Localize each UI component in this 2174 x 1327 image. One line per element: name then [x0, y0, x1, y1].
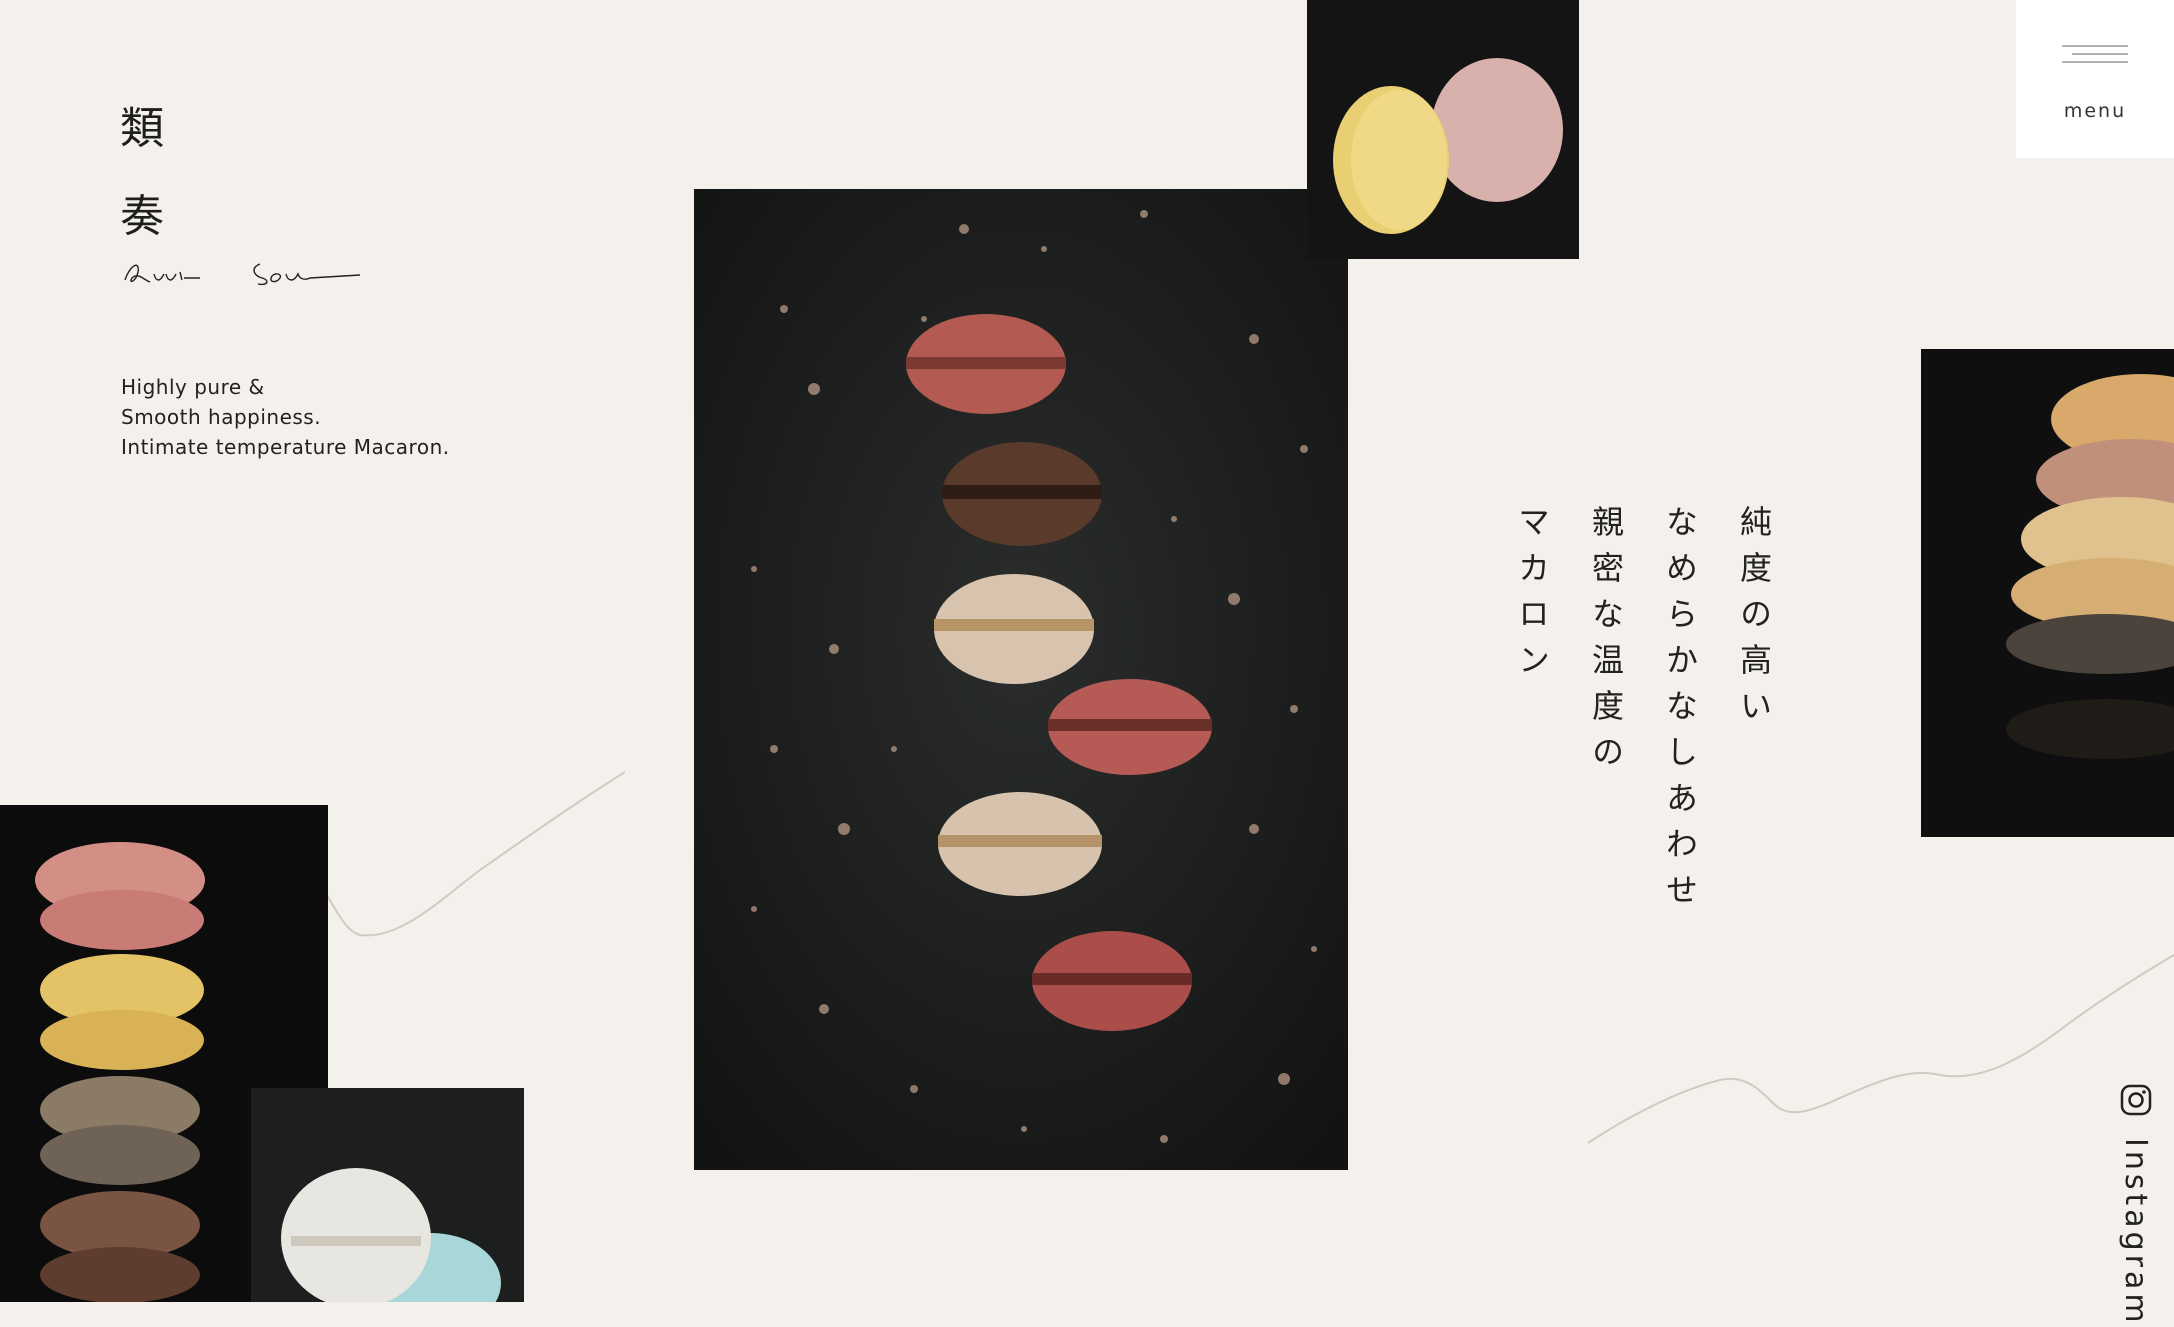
- tagline-line-1: Highly pure &: [121, 375, 265, 399]
- instagram-icon[interactable]: [2120, 1084, 2152, 1116]
- menu-button[interactable]: menu: [2016, 0, 2174, 158]
- vertical-copy-column-3: 親密な温度の: [1587, 505, 1625, 781]
- hero-photo-macarons: [694, 189, 1348, 1170]
- menu-icon: [2062, 45, 2128, 63]
- menu-label: menu: [2063, 100, 2127, 122]
- instagram-link[interactable]: Instagram: [2118, 1138, 2153, 1327]
- tagline-line-3: Intimate temperature Macaron.: [121, 435, 450, 459]
- brand-character-2: 奏: [120, 191, 166, 242]
- vertical-copy-column-4: マカロン: [1513, 505, 1551, 689]
- brand-script-signature: [120, 250, 370, 300]
- photo-white-blue-macarons: [251, 1088, 524, 1302]
- photo-yellow-pink-macarons: [1307, 0, 1579, 259]
- tagline: Highly pure & Smooth happiness. Intimate…: [121, 372, 450, 462]
- vertical-copy-column-1: 純度の高い: [1735, 505, 1773, 735]
- photo-stacked-macarons-right: [1921, 349, 2174, 837]
- brand-character-1: 類: [120, 103, 166, 154]
- vertical-copy-column-2: なめらかなしあわせ: [1661, 505, 1699, 919]
- tagline-line-2: Smooth happiness.: [121, 405, 322, 429]
